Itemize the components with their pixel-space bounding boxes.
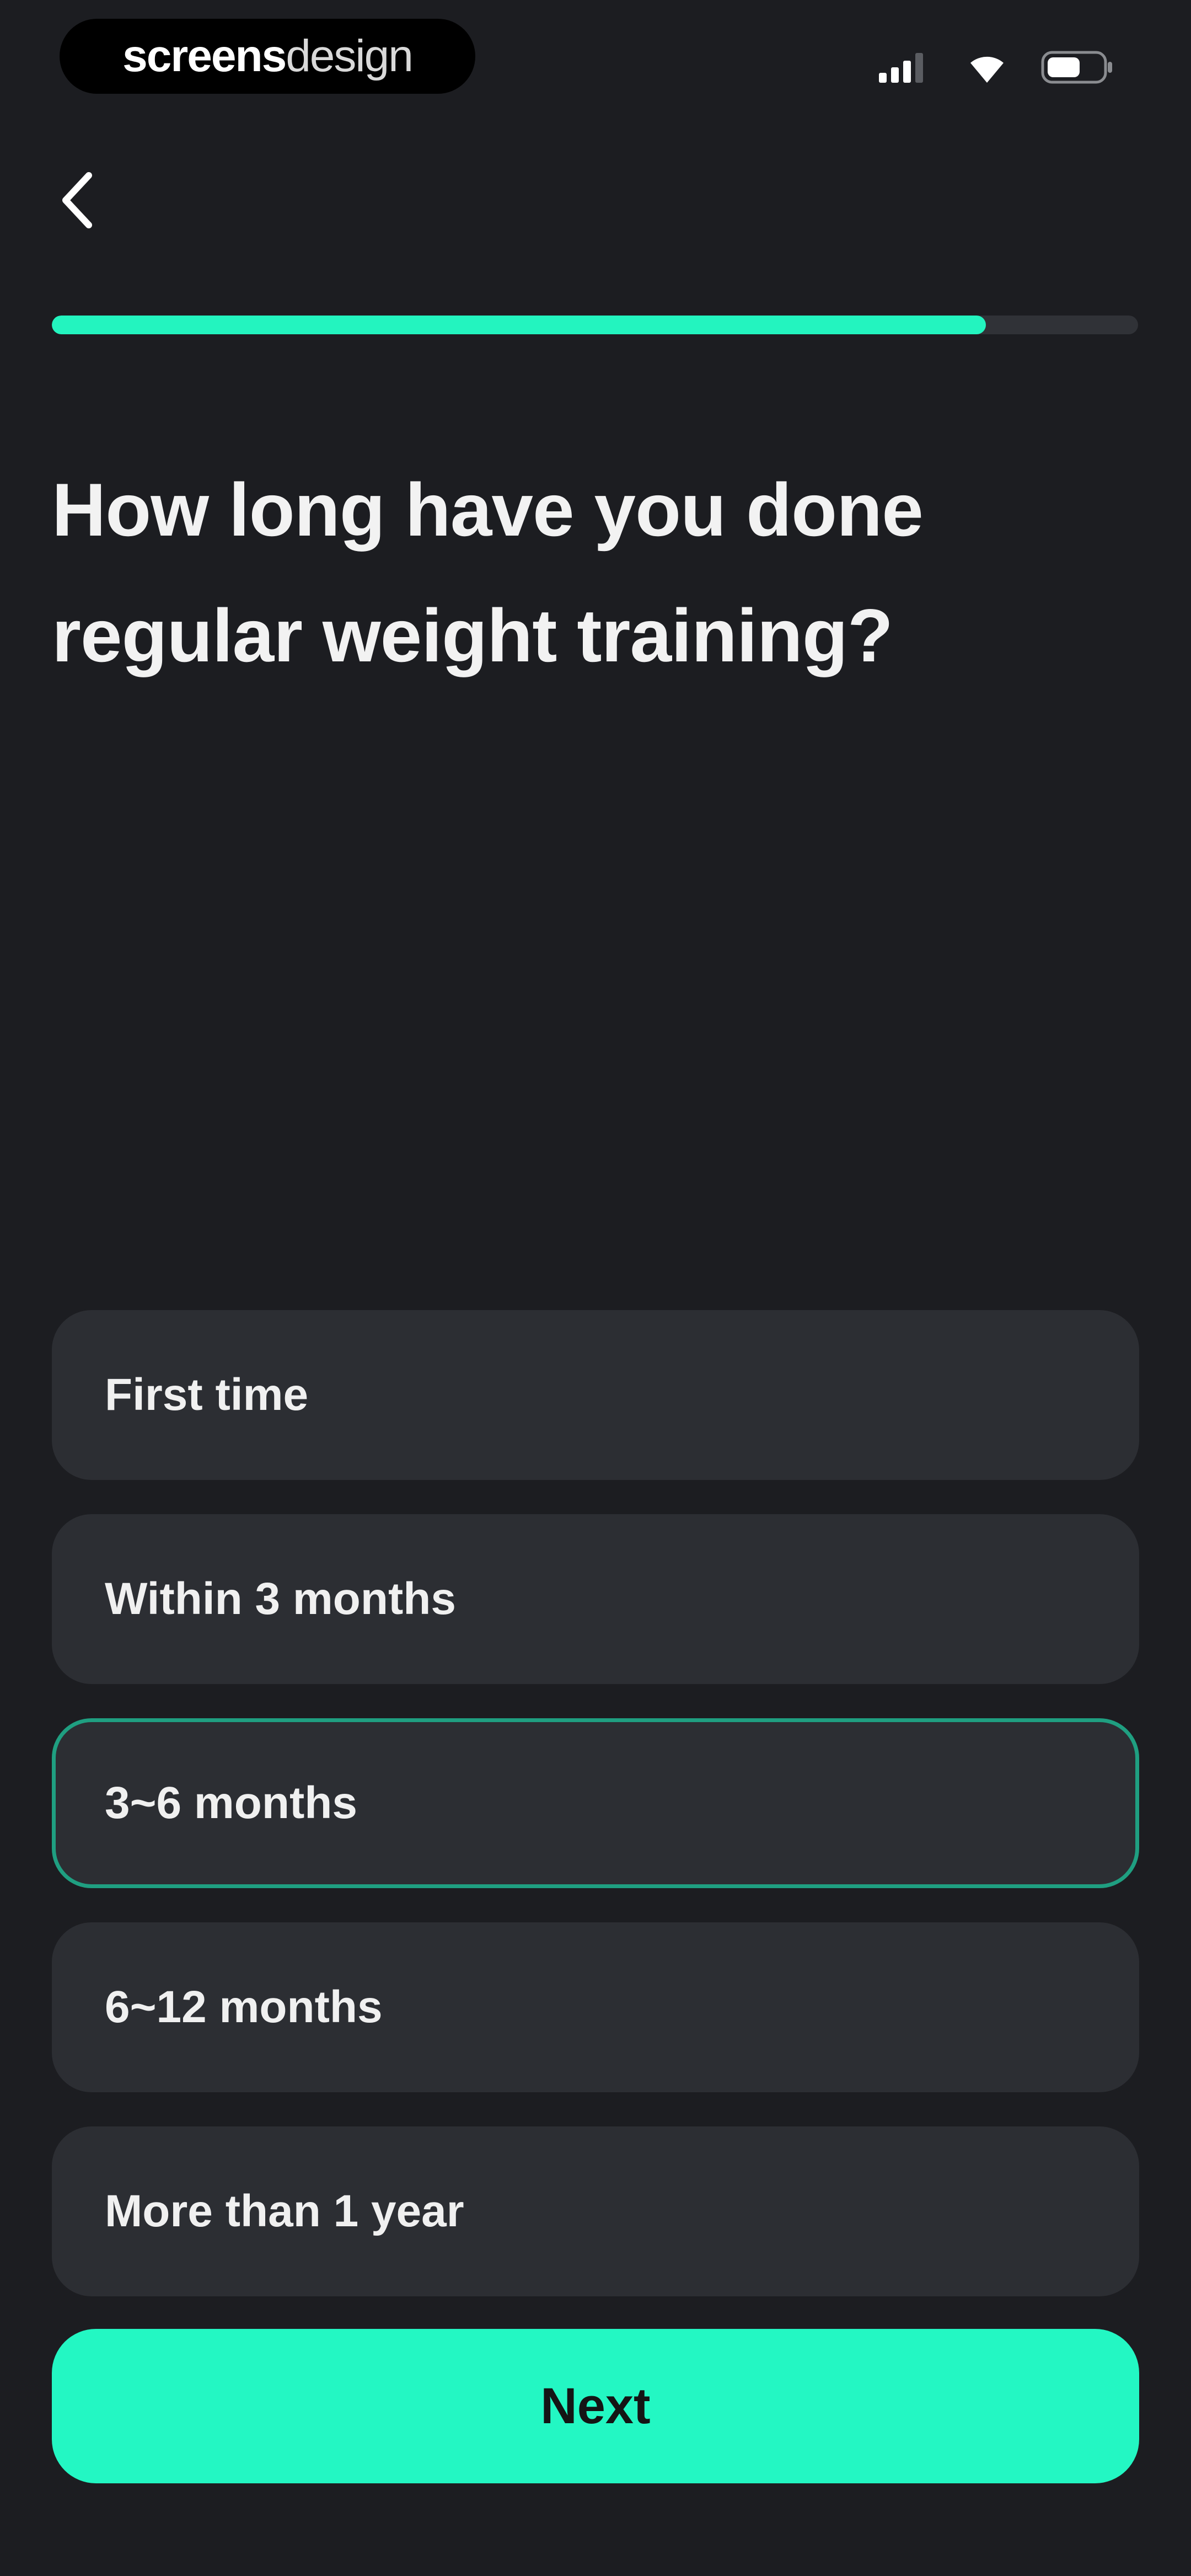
option-label: 3~6 months — [105, 1778, 357, 1828]
option-label: More than 1 year — [105, 2186, 464, 2236]
next-button-label: Next — [540, 2377, 651, 2434]
option-label: 6~12 months — [105, 1982, 383, 2032]
status-icons — [878, 51, 1114, 86]
status-bar: screens design — [0, 0, 1191, 127]
battery-icon — [1041, 50, 1114, 87]
brand-text-light: design — [286, 31, 414, 81]
back-button[interactable] — [44, 160, 110, 243]
question-line-2: regular weight training? — [52, 594, 893, 677]
progress-bar — [52, 316, 1138, 334]
wifi-icon — [966, 51, 1008, 87]
brand-text-bold: screens — [122, 31, 287, 81]
option-more-than-1-year[interactable]: More than 1 year — [52, 2126, 1139, 2296]
question-line-1: How long have you done — [52, 468, 924, 552]
question-title: How long have you done regular weight tra… — [52, 447, 1144, 698]
option-6-12-months[interactable]: 6~12 months — [52, 1922, 1139, 2092]
option-first-time[interactable]: First time — [52, 1310, 1139, 1480]
progress-fill — [52, 316, 986, 334]
option-within-3-months[interactable]: Within 3 months — [52, 1514, 1139, 1684]
signal-icon — [878, 51, 933, 87]
option-label: Within 3 months — [105, 1574, 456, 1624]
brand-pill: screens design — [60, 19, 475, 94]
chevron-left-icon — [58, 170, 96, 233]
next-button[interactable]: Next — [52, 2329, 1139, 2483]
option-3-6-months[interactable]: 3~6 months — [52, 1718, 1139, 1888]
option-label: First time — [105, 1370, 309, 1420]
answer-options: First time Within 3 months 3~6 months 6~… — [52, 1310, 1139, 2331]
